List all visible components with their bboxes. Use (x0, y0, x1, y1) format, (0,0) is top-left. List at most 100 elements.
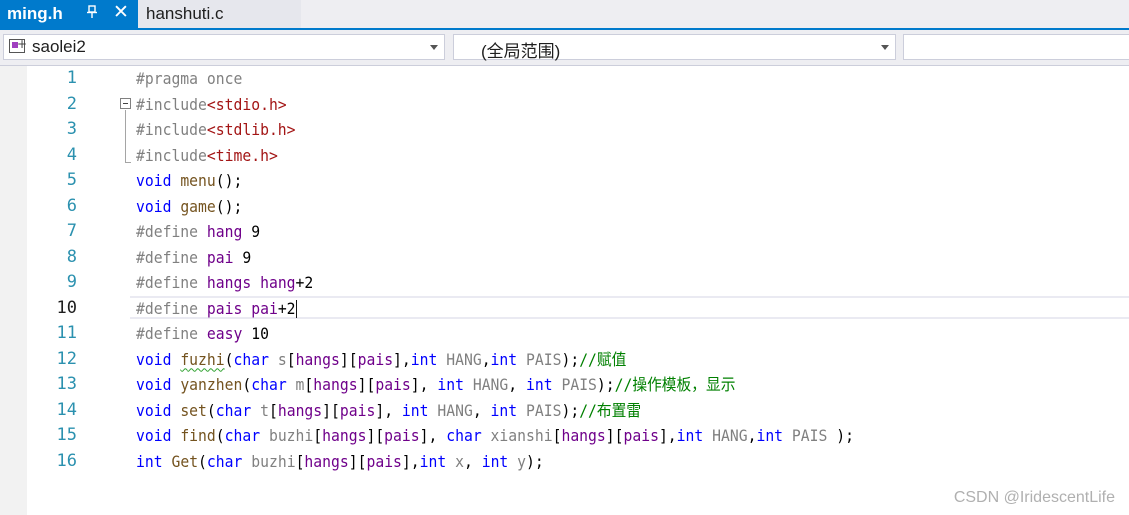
code-token: int (490, 349, 518, 369)
code-editor[interactable]: 1 #pragma once 2 #include<stdio.h> 3 #include… (0, 66, 1129, 515)
watermark: CSDN @IridescentLife (953, 489, 1115, 506)
code-token: pais (339, 400, 376, 420)
code-token: [ (268, 400, 278, 420)
code-token: char (206, 451, 243, 471)
code-line[interactable]: 14 void set(char t[hangs][pais], int HANG… (0, 398, 1129, 423)
code-token: ][ (357, 375, 376, 394)
dropdown-arrow-icon[interactable] (430, 45, 438, 50)
code-token: , (463, 451, 482, 471)
code-line[interactable]: 3 #include<stdlib.h> (0, 117, 1129, 142)
line-number: 8 (66, 246, 77, 267)
code-token: char (251, 375, 287, 394)
line-number: 1 (66, 68, 77, 88)
tab-label: hanshuti.c (146, 4, 224, 23)
member-combo[interactable] (903, 34, 1129, 60)
code-token: ], (410, 375, 438, 394)
code-token: int (136, 451, 163, 471)
code-text: void fuzhi(char s[hangs][pais],int HANG,… (136, 347, 626, 372)
navigation-bar: saolei2 (全局范围) (0, 30, 1129, 66)
code-token: ); (827, 426, 854, 445)
code-line[interactable]: 5 void menu(); (0, 168, 1129, 193)
tab-hanshuti-c[interactable]: hanshuti.c (138, 0, 301, 28)
fold-guide-end (125, 162, 131, 163)
code-token: hangs (295, 349, 340, 369)
code-line[interactable]: 13 void yanzhen(char m[hangs][pais], int … (0, 372, 1129, 397)
code-line[interactable]: 9 #define hangs hang+2 (0, 270, 1129, 295)
code-line[interactable]: 8 #define pai 9 (0, 245, 1129, 270)
close-icon[interactable]: ✕ (113, 3, 131, 23)
code-token: pais (375, 375, 411, 394)
code-token: //布置雷 (579, 400, 642, 420)
code-line[interactable]: 7 #define hang 9 (0, 219, 1129, 244)
line-number: 13 (56, 374, 77, 394)
code-text: void find(char buzhi[hangs][pais], char … (136, 423, 854, 448)
code-token: void (136, 426, 172, 445)
code-token: > (286, 120, 296, 139)
code-token: buzhi (268, 426, 314, 445)
code-token: set (180, 400, 207, 420)
code-token: < (206, 94, 216, 114)
code-token: stdio.h (215, 94, 278, 114)
code-token: #include (136, 94, 207, 114)
code-text: void set(char t[hangs][pais], int HANG, … (136, 398, 641, 423)
code-token: yanzhen (180, 375, 243, 394)
code-token: HANG (437, 400, 473, 420)
project-icon (9, 37, 27, 53)
code-token: +2 (277, 298, 296, 318)
code-token: int (419, 451, 447, 471)
code-text: #define hangs hang+2 (136, 270, 313, 295)
code-line[interactable]: 1 #pragma once (0, 66, 1129, 91)
code-token: buzhi (251, 451, 296, 471)
code-token: ], (419, 426, 447, 445)
code-token: ); (561, 400, 580, 420)
scope-combo[interactable]: (全局范围) (453, 34, 896, 61)
code-token: [ (295, 451, 305, 471)
dropdown-arrow-icon[interactable] (881, 45, 889, 50)
code-token: ][ (322, 400, 340, 420)
code-line[interactable]: 2 #include<stdio.h> (0, 92, 1129, 117)
code-text: #include<stdio.h> (136, 92, 287, 117)
code-line[interactable]: 10 #define pais pai+2 (0, 295, 1129, 321)
code-token: easy (206, 324, 243, 343)
code-token: int (437, 375, 464, 394)
code-token: t (260, 400, 269, 420)
line-number: 6 (66, 195, 77, 216)
code-line[interactable]: 11 #define easy 10 (0, 321, 1129, 346)
collapse-icon[interactable] (120, 98, 131, 109)
code-line[interactable]: 4 #include<time.h> (0, 143, 1129, 168)
code-line[interactable]: 12 void fuzhi(char s[hangs][pais],int HAN… (0, 347, 1129, 372)
code-token: int (526, 375, 553, 394)
code-token: (); (215, 196, 243, 216)
code-token: int (410, 349, 438, 369)
code-line[interactable]: 15 void find(char buzhi[hangs][pais], cha… (0, 423, 1129, 448)
code-text: #include<time.h> (136, 143, 278, 168)
code-line[interactable]: 6 void game(); (0, 194, 1129, 219)
pin-icon[interactable] (86, 5, 100, 23)
code-line[interactable]: 16 int Get(char buzhi[hangs][pais],int x,… (0, 449, 1129, 474)
tab-ming-h[interactable]: ming.h ✕ (0, 0, 138, 28)
code-token: ], (401, 451, 420, 471)
code-text: int Get(char buzhi[hangs][pais],int x, i… (136, 449, 544, 474)
code-token: > (277, 94, 287, 114)
code-token: #define (136, 324, 199, 343)
code-token: Get (171, 451, 199, 471)
project-combo[interactable]: saolei2 (3, 34, 445, 60)
code-token: ][ (348, 451, 367, 471)
code-token: ( (242, 375, 252, 394)
code-token: (); (215, 171, 243, 190)
line-number: 15 (56, 425, 77, 445)
code-token: int (756, 426, 784, 445)
line-number: 12 (56, 348, 77, 369)
code-token: void (136, 349, 172, 369)
code-token: hang (206, 222, 243, 241)
